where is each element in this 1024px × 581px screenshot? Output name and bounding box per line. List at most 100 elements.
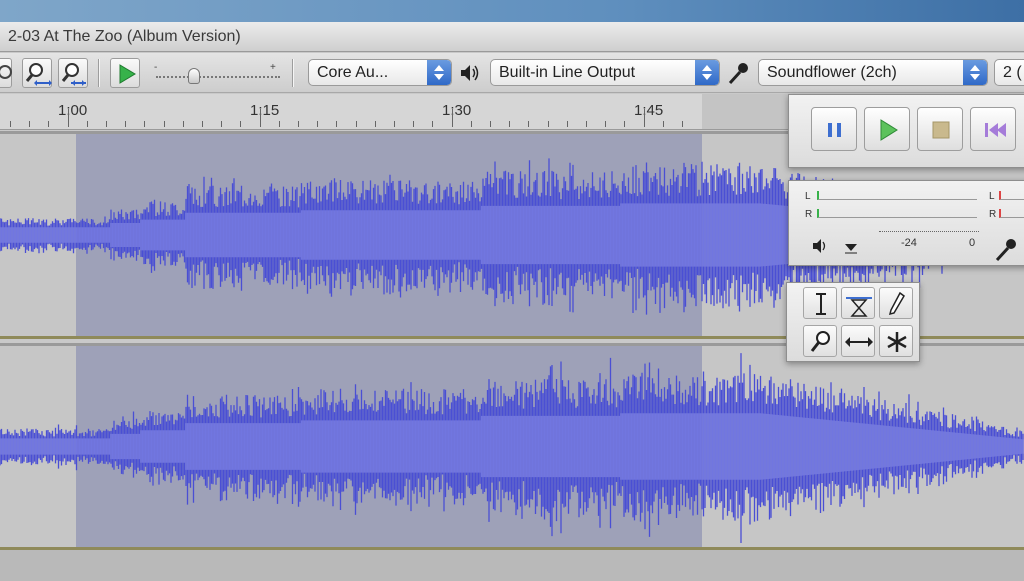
ruler-tick [125,121,127,127]
ruler-tick [413,121,415,127]
ruler-tick [48,121,50,127]
zoom-tool-button[interactable] [803,325,837,357]
ruler-tick [182,121,184,127]
play-icon [880,119,898,141]
meter-scale-label: -24 [901,237,917,249]
draw-tool-icon [888,291,905,316]
ruler-tick [682,121,683,127]
selection-tool-button[interactable] [803,287,837,319]
window-title-bar[interactable]: 2-03 At The Zoo (Album Version) [0,22,1024,52]
selection-tool-icon [816,293,826,315]
multi-tool-icon [887,332,907,352]
ruler-label: 1:45 [634,102,664,119]
slider-max-label: + [270,62,276,73]
playback-device-select[interactable]: Built-in Line Output [490,59,720,86]
ruler-tick [586,121,587,127]
ruler-tick [605,121,607,127]
waveform-right [0,353,1024,543]
timeline-ruler[interactable]: 1:00 1:15 1:30 1:45 [0,94,702,130]
record-meter-right [999,209,1024,218]
stop-button[interactable] [917,107,963,151]
meter-left-label: L [805,191,811,202]
play-at-speed-button[interactable] [110,58,140,88]
tools-toolbar [786,282,920,362]
ruler-tick [163,121,165,127]
ruler-tick [106,121,107,127]
envelope-tool-button[interactable] [841,287,875,319]
toolbar-separator [292,59,294,87]
window-title: 2-03 At The Zoo (Album Version) [8,28,241,45]
slider-min-label: - [154,62,158,73]
track-area-background [0,550,1024,581]
transport-toolbar [788,94,1024,168]
skip-start-icon [985,123,1006,137]
microphone-icon [726,60,750,86]
playback-meter-right [817,209,977,218]
recording-device-select[interactable]: Soundflower (2ch) [758,59,988,86]
ruler-tick [490,121,491,127]
ruler-tick [202,121,203,127]
toolbar-separator [98,59,100,87]
updown-arrows-icon [427,60,451,85]
zoom-in-button[interactable] [22,58,52,88]
ruler-tick [278,121,280,127]
ruler-tick [298,121,299,127]
record-meter-left [999,191,1024,200]
microphone-icon[interactable] [991,235,1021,263]
ruler-tick [509,121,511,127]
meter-left-label: L [989,191,995,202]
ruler-tick [317,121,319,127]
play-speed-slider[interactable]: - + [150,58,286,90]
audio-host-select[interactable]: Core Au... [308,59,452,86]
ruler-tick [432,121,434,127]
ruler-tick [470,121,472,127]
ruler-tick [624,121,626,127]
ruler-tick [355,121,357,127]
pause-button[interactable] [811,107,857,151]
ruler-label: 1:30 [442,102,472,119]
meter-scale [879,231,979,232]
multi-tool-button[interactable] [879,325,913,357]
zoom-fit-button[interactable] [0,58,12,88]
recording-channels-value: 2 ( [1003,64,1022,81]
ruler-tick [10,121,11,127]
playback-device-value: Built-in Line Output [499,64,636,81]
play-button[interactable] [864,107,910,151]
speaker-icon[interactable] [811,235,837,257]
ruler-tick [240,121,242,127]
dropdown-arrow-icon[interactable] [843,241,859,255]
stop-icon [932,121,950,139]
audio-track-right-channel[interactable] [0,343,1024,550]
recording-device-value: Soundflower (2ch) [767,64,897,81]
desktop-background [0,0,1024,22]
audio-host-value: Core Au... [317,64,389,81]
meter-right-label: R [805,209,813,220]
ruler-tick [29,121,31,127]
pause-icon [828,123,841,137]
ruler-tick [451,109,453,127]
ruler-tick [86,121,88,127]
ruler-tick [394,121,395,127]
slider-thumb[interactable] [188,68,200,84]
ruler-tick [643,109,645,127]
ruler-tick [374,121,376,127]
zoom-out-button[interactable] [58,58,88,88]
zoom-in-icon [25,63,52,86]
skip-to-start-button[interactable] [970,107,1016,151]
updown-arrows-icon [695,60,719,85]
ruler-tick [336,121,338,127]
ruler-tick [566,121,568,127]
ruler-tick [259,109,261,127]
playback-meter-left [817,191,977,200]
timeshift-tool-icon [845,337,873,347]
ruler-tick [67,109,69,127]
timeshift-tool-button[interactable] [841,325,875,357]
meter-toolbar: L R L R -24 0 [788,180,1024,266]
zoom-fit-icon [0,65,12,79]
ruler-tick [547,121,549,127]
speaker-icon [458,60,482,86]
draw-tool-button[interactable] [879,287,913,319]
recording-channels-select[interactable]: 2 ( [994,59,1024,86]
meter-right-label: R [989,209,997,220]
zoom-out-icon [61,63,86,86]
